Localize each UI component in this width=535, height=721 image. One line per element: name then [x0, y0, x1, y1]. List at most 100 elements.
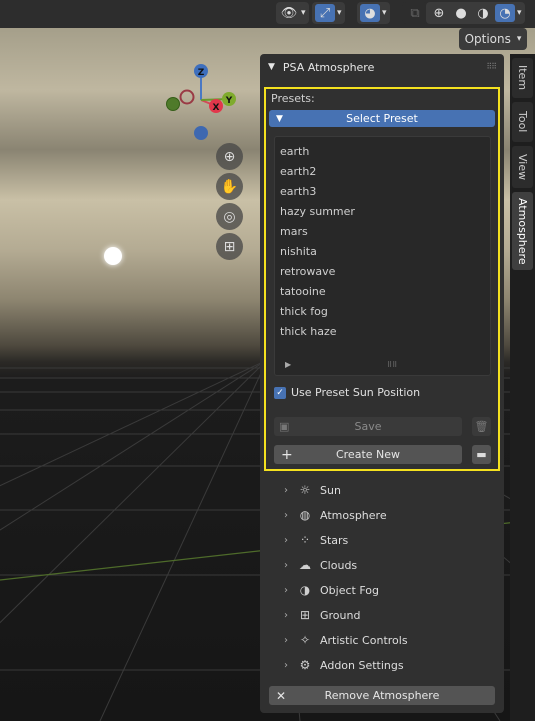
- list-item[interactable]: tatooine: [280, 285, 326, 298]
- gizmo-toolbar: ⤢ ▾: [312, 2, 345, 24]
- section-label: Stars: [320, 533, 349, 547]
- rendered-shading-icon[interactable]: ◔: [495, 4, 515, 22]
- list-item[interactable]: thick fog: [280, 305, 328, 318]
- chevron-right-icon: ›: [284, 609, 288, 621]
- pan-hand-icon[interactable]: ✋: [216, 173, 243, 200]
- trash-icon: 🗑: [474, 420, 489, 433]
- select-preset-button[interactable]: ▼ Select Preset: [269, 110, 495, 127]
- gizmo-toggle-icon[interactable]: ⤢: [315, 4, 335, 22]
- navigation-gizmo[interactable]: Z X Y: [160, 60, 250, 145]
- list-item[interactable]: earth3: [280, 185, 316, 198]
- xray-toolbar: ⧉: [402, 2, 428, 24]
- folder-icon: ▬: [476, 448, 487, 461]
- remove-atmosphere-button[interactable]: ✕ Remove Atmosphere: [269, 686, 495, 705]
- chevron-right-icon: ›: [284, 634, 288, 646]
- gizmo-x-label: X: [213, 103, 220, 113]
- list-item[interactable]: earth: [280, 145, 309, 158]
- panel-header[interactable]: ▼ PSA Atmosphere ⠿⠿: [260, 54, 504, 80]
- chevron-down-icon: ▾: [516, 34, 522, 44]
- chevron-down-icon: ▼: [276, 113, 283, 124]
- list-item[interactable]: earth2: [280, 165, 316, 178]
- solid-shading-icon[interactable]: ●: [451, 4, 471, 22]
- sun-icon: ☼: [299, 483, 311, 497]
- presets-label: Presets:: [271, 92, 315, 105]
- camera-view-icon[interactable]: ◎: [216, 203, 243, 230]
- plus-icon: +: [281, 446, 293, 463]
- open-folder-button[interactable]: ▬: [472, 445, 491, 464]
- chevron-down-icon: ▼: [268, 62, 275, 72]
- section-atmosphere[interactable]: › ◍ Atmosphere: [284, 506, 387, 524]
- visibility-eye-icon[interactable]: 👁: [279, 4, 299, 22]
- section-clouds[interactable]: › ☁ Clouds: [284, 556, 357, 574]
- section-sun[interactable]: › ☼ Sun: [284, 481, 341, 499]
- section-object-fog[interactable]: › ◑ Object Fog: [284, 581, 379, 599]
- chevron-right-icon: ›: [284, 659, 288, 671]
- section-ground[interactable]: › ⊞ Ground: [284, 606, 360, 624]
- section-label: Clouds: [320, 558, 358, 572]
- list-item[interactable]: mars: [280, 225, 308, 238]
- create-new-label: Create New: [335, 448, 401, 461]
- shading-toolbar: ⊕ ● ◑ ◔ ▾: [426, 2, 525, 24]
- preset-list: earth earth2 earth3 hazy summer mars nis…: [274, 136, 491, 376]
- create-new-button[interactable]: + Create New: [274, 445, 462, 464]
- save-label: Save: [354, 420, 382, 433]
- list-resize-grip-icon[interactable]: ⠿⠿: [387, 361, 397, 369]
- section-label: Ground: [320, 608, 361, 622]
- drag-grip-icon[interactable]: ⠿⠿: [486, 62, 497, 71]
- section-addon-settings[interactable]: › ⚙ Addon Settings: [284, 656, 404, 674]
- viewport-header: 👁 ▾ ⤢ ▾ ◕ ▾ ⧉ ⊕ ● ◑ ◔ ▾: [0, 0, 535, 28]
- globe-icon: ◍: [299, 508, 311, 522]
- delete-preset-button[interactable]: 🗑: [472, 417, 491, 436]
- gizmo-y-label: Y: [225, 96, 233, 106]
- settings-icon: ⚙: [299, 658, 311, 672]
- section-stars[interactable]: › ⁘ Stars: [284, 531, 348, 549]
- shading-dropdown-icon[interactable]: ▾: [517, 8, 522, 18]
- options-button[interactable]: Options ▾: [459, 28, 527, 50]
- section-label: Atmosphere: [320, 508, 387, 522]
- chevron-right-icon: ›: [284, 559, 288, 571]
- xray-icon[interactable]: ⧉: [405, 4, 425, 22]
- tab-atmosphere[interactable]: Atmosphere: [512, 192, 533, 270]
- checkmark-icon: ✓: [274, 386, 286, 399]
- chevron-right-icon: ›: [284, 509, 288, 521]
- list-item[interactable]: hazy summer: [280, 205, 355, 218]
- save-button[interactable]: ▣ Save: [274, 417, 462, 436]
- cloud-icon: ☁: [299, 558, 311, 572]
- section-label: Object Fog: [320, 583, 379, 597]
- material-shading-icon[interactable]: ◑: [473, 4, 493, 22]
- stars-icon: ⁘: [299, 533, 311, 547]
- options-label: Options: [464, 32, 511, 46]
- ortho-grid-icon[interactable]: ⊞: [216, 233, 243, 260]
- chevron-right-icon: ›: [284, 484, 288, 496]
- list-item[interactable]: nishita: [280, 245, 317, 258]
- overlay-toolbar: ◕ ▾: [357, 2, 390, 24]
- tab-tool[interactable]: Tool: [512, 102, 533, 142]
- tab-label: Tool: [516, 111, 529, 133]
- fog-icon: ◑: [299, 583, 311, 597]
- use-preset-sun-label: Use Preset Sun Position: [291, 386, 421, 399]
- section-label: Addon Settings: [320, 658, 404, 672]
- list-item[interactable]: retrowave: [280, 265, 335, 278]
- select-preset-label: Select Preset: [346, 112, 418, 125]
- ground-icon: ⊞: [299, 608, 311, 622]
- chevron-right-icon: ›: [284, 584, 288, 596]
- overlay-toggle-icon[interactable]: ◕: [360, 4, 380, 22]
- zoom-icon[interactable]: ⊕: [216, 143, 243, 170]
- tab-view[interactable]: View: [512, 146, 533, 188]
- tab-label: View: [516, 153, 529, 181]
- use-preset-sun-checkbox[interactable]: ✓ Use Preset Sun Position: [274, 386, 420, 399]
- wireframe-shading-icon[interactable]: ⊕: [429, 4, 449, 22]
- presets-section: Presets: ▼ Select Preset earth earth2 ea…: [264, 87, 500, 471]
- chevron-right-icon: ›: [284, 534, 288, 546]
- save-disk-icon: ▣: [279, 420, 290, 433]
- list-expand-icon[interactable]: ▶: [285, 360, 291, 369]
- psa-atmosphere-panel: ▼ PSA Atmosphere ⠿⠿ Presets: ▼ Select Pr…: [260, 54, 504, 713]
- section-artistic-controls[interactable]: › ✧ Artistic Controls: [284, 631, 408, 649]
- sun-light-object[interactable]: [104, 247, 122, 265]
- tab-label: Atmosphere: [516, 197, 529, 265]
- sidebar-tabs: Item Tool View Atmosphere: [510, 54, 535, 721]
- tab-item[interactable]: Item: [512, 58, 533, 98]
- section-label: Artistic Controls: [320, 633, 408, 647]
- tab-label: Item: [516, 65, 529, 91]
- list-item[interactable]: thick haze: [280, 325, 337, 338]
